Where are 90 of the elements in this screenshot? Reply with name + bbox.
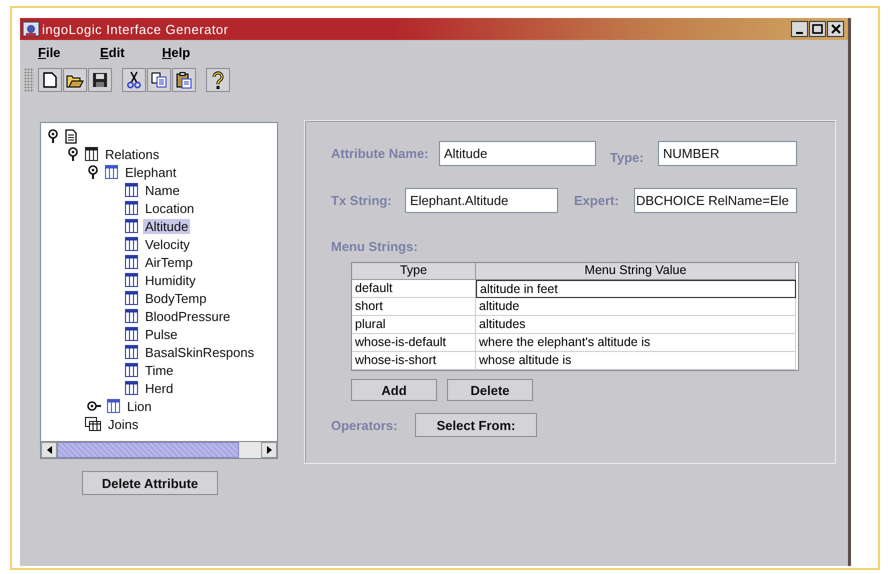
- tree-item[interactable]: Humidity: [143, 272, 198, 288]
- tree-item[interactable]: Name: [143, 182, 182, 198]
- table-cell: altitude: [476, 298, 796, 316]
- table-cell: whose-is-default: [352, 334, 476, 352]
- menu-item[interactable]: File: [38, 44, 100, 60]
- toolbar-grip[interactable]: [24, 68, 34, 92]
- joined-tables-icon: [85, 417, 101, 431]
- tree-item[interactable]: Location: [143, 200, 196, 216]
- save-button[interactable]: [88, 68, 112, 92]
- table-icon: [125, 255, 138, 269]
- table-icon: [105, 165, 118, 179]
- expanded-toggle-icon[interactable]: [67, 147, 79, 161]
- table-icon: [125, 381, 138, 395]
- open-button[interactable]: [63, 68, 87, 92]
- table-icon: [85, 147, 98, 161]
- clipboard-icon: [176, 72, 192, 88]
- attribute-name-label: Attribute Name:: [331, 146, 430, 161]
- paste-button[interactable]: [172, 68, 196, 92]
- question-mark-icon: [212, 71, 224, 89]
- new-file-icon: [43, 72, 57, 88]
- tree-item[interactable]: Pulse: [143, 326, 180, 342]
- type-label: Type:: [610, 150, 645, 165]
- type-field[interactable]: NUMBER: [658, 141, 797, 166]
- scroll-left-icon: [46, 446, 52, 454]
- delete-attribute-button[interactable]: Delete Attribute: [82, 471, 218, 495]
- expanded-toggle-icon[interactable]: [47, 129, 59, 143]
- table-icon: [125, 219, 138, 233]
- table-cell: altitudes: [476, 316, 796, 334]
- column-header[interactable]: Type: [352, 263, 476, 280]
- tree-item[interactable]: AirTemp: [143, 254, 195, 270]
- horizontal-scrollbar[interactable]: [41, 441, 277, 458]
- table-cell: plural: [352, 316, 476, 334]
- app-logo-icon: [22, 20, 40, 38]
- table-icon: [125, 345, 138, 359]
- table-icon: [125, 309, 138, 323]
- table-cell: whose-is-short: [352, 352, 476, 370]
- tree-item[interactable]: BloodPressure: [143, 308, 232, 324]
- help-button[interactable]: [206, 68, 230, 92]
- tx-string-field[interactable]: Elephant.Altitude: [405, 188, 558, 213]
- table-icon: [125, 183, 138, 197]
- scroll-right-icon: [266, 446, 272, 454]
- table-icon: [107, 399, 120, 413]
- expert-label: Expert:: [574, 193, 620, 208]
- copy-icon: [151, 72, 167, 88]
- window-title: ingoLogic Interface Generator: [42, 22, 230, 36]
- scissors-icon: [127, 71, 141, 89]
- cut-button[interactable]: [122, 68, 146, 92]
- close-button[interactable]: [827, 21, 844, 37]
- maximize-button[interactable]: [809, 21, 826, 37]
- expanded-toggle-icon[interactable]: [87, 165, 99, 179]
- minimize-icon: [796, 32, 803, 34]
- tree-item[interactable]: Lion: [125, 398, 154, 414]
- table-icon: [125, 327, 138, 341]
- tx-string-label: Tx String:: [331, 193, 393, 208]
- delete-button[interactable]: Delete: [447, 379, 533, 401]
- copy-button[interactable]: [147, 68, 171, 92]
- table-icon: [125, 363, 138, 377]
- expert-field[interactable]: DBCHOICE RelName=Ele: [634, 188, 797, 213]
- menu-item[interactable]: Edit: [100, 44, 162, 60]
- tree-item[interactable]: BasalSkinRespons: [143, 344, 256, 360]
- tree-item[interactable]: Joins: [106, 416, 140, 432]
- add-button[interactable]: Add: [351, 379, 437, 401]
- tree-item[interactable]: Velocity: [143, 236, 192, 252]
- minimize-button[interactable]: [791, 21, 808, 37]
- table-icon: [125, 291, 138, 305]
- tree-item[interactable]: Herd: [143, 380, 176, 396]
- attribute-name-field[interactable]: Altitude: [439, 141, 596, 166]
- scrollbar-thumb[interactable]: [57, 442, 239, 458]
- table-cell: whose altitude is: [476, 352, 796, 370]
- table-cell: short: [352, 298, 476, 316]
- menu-strings-label: Menu Strings:: [331, 239, 419, 254]
- column-header[interactable]: Menu String Value: [476, 263, 796, 280]
- table-icon: [125, 201, 138, 215]
- select-from-button[interactable]: Select From:: [415, 413, 537, 437]
- new-button[interactable]: [38, 68, 62, 92]
- tree-item[interactable]: BodyTemp: [143, 290, 208, 306]
- collapsed-toggle-icon[interactable]: [87, 400, 101, 412]
- document-icon: [65, 128, 77, 144]
- table-cell: altitude in feet: [476, 280, 796, 298]
- table-cell: where the elephant's altitude is: [476, 334, 796, 352]
- table-icon: [125, 237, 138, 251]
- tree-item[interactable]: Time: [143, 362, 176, 378]
- tree-item[interactable]: Altitude: [143, 218, 190, 234]
- menu-item[interactable]: Help: [162, 44, 224, 60]
- operators-label: Operators:: [331, 418, 398, 432]
- tree-item[interactable]: Relations: [103, 146, 162, 162]
- table-cell: default: [352, 280, 476, 298]
- table-icon: [125, 273, 138, 287]
- tree-item[interactable]: Elephant: [123, 164, 178, 180]
- open-folder-icon: [66, 72, 84, 88]
